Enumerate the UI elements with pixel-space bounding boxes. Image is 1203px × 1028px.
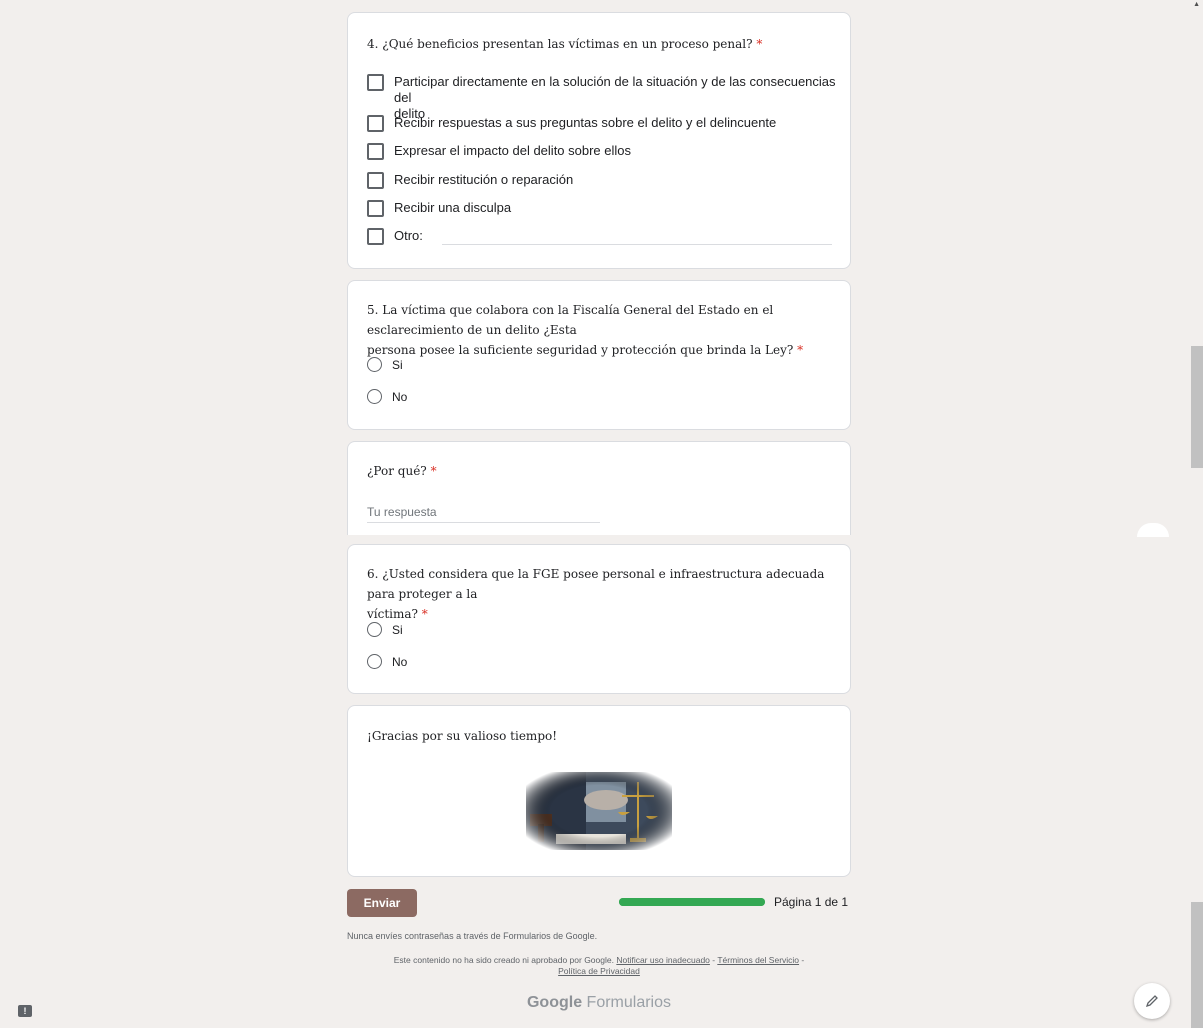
answer-underline	[367, 522, 600, 523]
progress-fill	[619, 898, 765, 906]
required-asterisk: *	[797, 343, 804, 357]
other-text-input[interactable]	[442, 244, 832, 245]
question-title: 5. La víctima que colabora con la Fiscal…	[367, 303, 804, 357]
footer-disclaimer: Este contenido no ha sido creado ni apro…	[393, 955, 805, 976]
option-label: Recibir restitución o reparación	[394, 172, 574, 187]
option-label: Otro:	[394, 228, 423, 243]
option-label: Si	[392, 358, 403, 372]
option-label: Recibir respuestas a sus preguntas sobre…	[394, 115, 777, 130]
terms-link[interactable]: Términos del Servicio	[717, 955, 799, 965]
option-label: Participar directamente en la solución d…	[394, 74, 836, 105]
option-label: No	[392, 655, 408, 669]
report-abuse-link[interactable]: Notificar uso inadecuado	[616, 955, 710, 965]
checkbox[interactable]	[367, 115, 384, 132]
privacy-link[interactable]: Política de Privacidad	[558, 966, 640, 976]
checkbox-option-3[interactable]: Expresar el impacto del delito sobre ell…	[367, 143, 631, 160]
question-title: 6. ¿Usted considera que la FGE posee per…	[367, 567, 825, 621]
radio-option-no[interactable]: No	[367, 389, 407, 405]
scrollbar[interactable]: ▲	[1189, 0, 1203, 1028]
radio-button[interactable]	[367, 654, 382, 669]
password-warning: Nunca envíes contraseñas a través de For…	[347, 931, 598, 941]
checkbox[interactable]	[367, 172, 384, 189]
scroll-up-arrow-icon[interactable]: ▲	[1193, 1, 1200, 8]
question-title: 4. ¿Qué beneficios presentan las víctima…	[367, 37, 763, 51]
checkbox[interactable]	[367, 228, 384, 245]
question-title: ¿Por qué? *	[367, 464, 437, 478]
option-label: Expresar el impacto del delito sobre ell…	[394, 143, 632, 158]
floating-button-partial	[1137, 523, 1169, 537]
google-forms-logo[interactable]: Google Formularios	[347, 994, 851, 1012]
progress-bar	[619, 898, 765, 906]
required-asterisk: *	[421, 607, 428, 621]
checkbox-option-4[interactable]: Recibir restitución o reparación	[367, 172, 573, 189]
required-asterisk: *	[756, 37, 763, 51]
checkbox[interactable]	[367, 143, 384, 160]
thanks-card: ¡Gracias por su valioso tiempo!	[347, 705, 851, 877]
scroll-thumb[interactable]	[1191, 346, 1203, 468]
required-asterisk: *	[430, 464, 437, 478]
checkbox-option-5[interactable]: Recibir una disculpa	[367, 200, 511, 217]
question-card-why: ¿Por qué? * Tu respuesta	[347, 441, 851, 535]
radio-button[interactable]	[367, 622, 382, 637]
thanks-text: ¡Gracias por su valioso tiempo!	[367, 729, 558, 743]
option-label: No	[392, 390, 408, 404]
checkbox-option-2[interactable]: Recibir respuestas a sus preguntas sobre…	[367, 115, 776, 132]
option-label: Recibir una disculpa	[394, 200, 512, 215]
justice-scales-image	[526, 772, 672, 850]
edit-button[interactable]	[1134, 983, 1170, 1019]
radio-option-si[interactable]: Si	[367, 622, 403, 638]
feedback-icon[interactable]: !	[18, 1005, 32, 1017]
checkbox[interactable]	[367, 74, 384, 91]
radio-button[interactable]	[367, 389, 382, 404]
pencil-icon	[1145, 995, 1158, 1008]
radio-option-no[interactable]: No	[367, 654, 407, 670]
question-card-4: 4. ¿Qué beneficios presentan las víctima…	[347, 12, 851, 269]
checkbox-option-other[interactable]: Otro:	[367, 228, 423, 245]
submit-button[interactable]: Enviar	[347, 889, 417, 917]
scroll-thumb-secondary[interactable]	[1191, 902, 1203, 1028]
question-card-6: 6. ¿Usted considera que la FGE posee per…	[347, 544, 851, 694]
checkbox[interactable]	[367, 200, 384, 217]
answer-input[interactable]: Tu respuesta	[367, 505, 437, 519]
page-indicator: Página 1 de 1	[774, 895, 849, 909]
question-card-5: 5. La víctima que colabora con la Fiscal…	[347, 280, 851, 430]
radio-option-si[interactable]: Si	[367, 357, 403, 373]
radio-button[interactable]	[367, 357, 382, 372]
option-label: Si	[392, 623, 403, 637]
